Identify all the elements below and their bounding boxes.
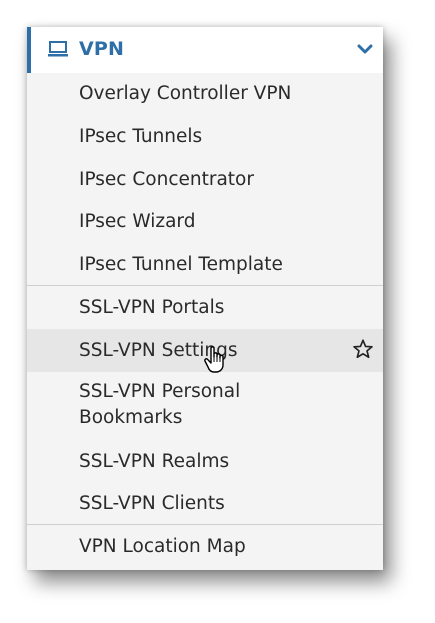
- menu-item-label: Overlay Controller VPN: [79, 83, 292, 104]
- menu-item-label: VPN Location Map: [79, 536, 246, 557]
- menu-item-label: IPsec Wizard: [79, 211, 196, 232]
- star-icon[interactable]: [352, 338, 374, 360]
- menu-item-label-line2: Bookmarks: [79, 407, 183, 428]
- menu-item-ipsec-concentrator[interactable]: IPsec Concentrator: [27, 159, 383, 202]
- menu-item-label: SSL-VPN Realms: [79, 451, 230, 472]
- screenshot-canvas: VPN Overlay Controller VPN IPsec Tunnels…: [0, 0, 435, 623]
- menu-item-label: SSL-VPN Portals: [79, 297, 225, 318]
- vpn-submenu-panel: VPN Overlay Controller VPN IPsec Tunnels…: [27, 27, 383, 570]
- menu-item-overlay-controller-vpn[interactable]: Overlay Controller VPN: [27, 73, 383, 116]
- menu-item-label: IPsec Tunnels: [79, 126, 203, 147]
- menu-item-ssl-vpn-clients[interactable]: SSL-VPN Clients: [27, 485, 383, 528]
- menu-item-label: IPsec Tunnel Template: [79, 254, 283, 275]
- menu-item-ipsec-wizard[interactable]: IPsec Wizard: [27, 202, 383, 245]
- menu-item-ssl-vpn-portals[interactable]: SSL-VPN Portals: [27, 286, 383, 329]
- menu-item-ssl-vpn-realms[interactable]: SSL-VPN Realms: [27, 442, 383, 485]
- hand-pointer-cursor-icon: [204, 346, 224, 373]
- menu-item-ipsec-tunnels[interactable]: IPsec Tunnels: [27, 116, 383, 159]
- laptop-icon: [48, 41, 68, 57]
- menu-item-label: SSL-VPN Clients: [79, 493, 225, 514]
- menu-item-label-line1: SSL-VPN Personal: [79, 381, 241, 402]
- menu-item-vpn-location-map[interactable]: VPN Location Map: [27, 525, 383, 568]
- menu-header-label: VPN: [79, 38, 125, 60]
- menu-item-ipsec-tunnel-template[interactable]: IPsec Tunnel Template: [27, 245, 383, 288]
- chevron-down-icon[interactable]: [357, 43, 373, 55]
- menu-item-ssl-vpn-personal-bookmarks[interactable]: SSL-VPN Personal Bookmarks: [27, 372, 383, 442]
- menu-header-vpn[interactable]: VPN: [27, 27, 383, 73]
- menu-item-label: IPsec Concentrator: [79, 169, 254, 190]
- menu-item-ssl-vpn-settings[interactable]: SSL-VPN Settings: [27, 329, 383, 373]
